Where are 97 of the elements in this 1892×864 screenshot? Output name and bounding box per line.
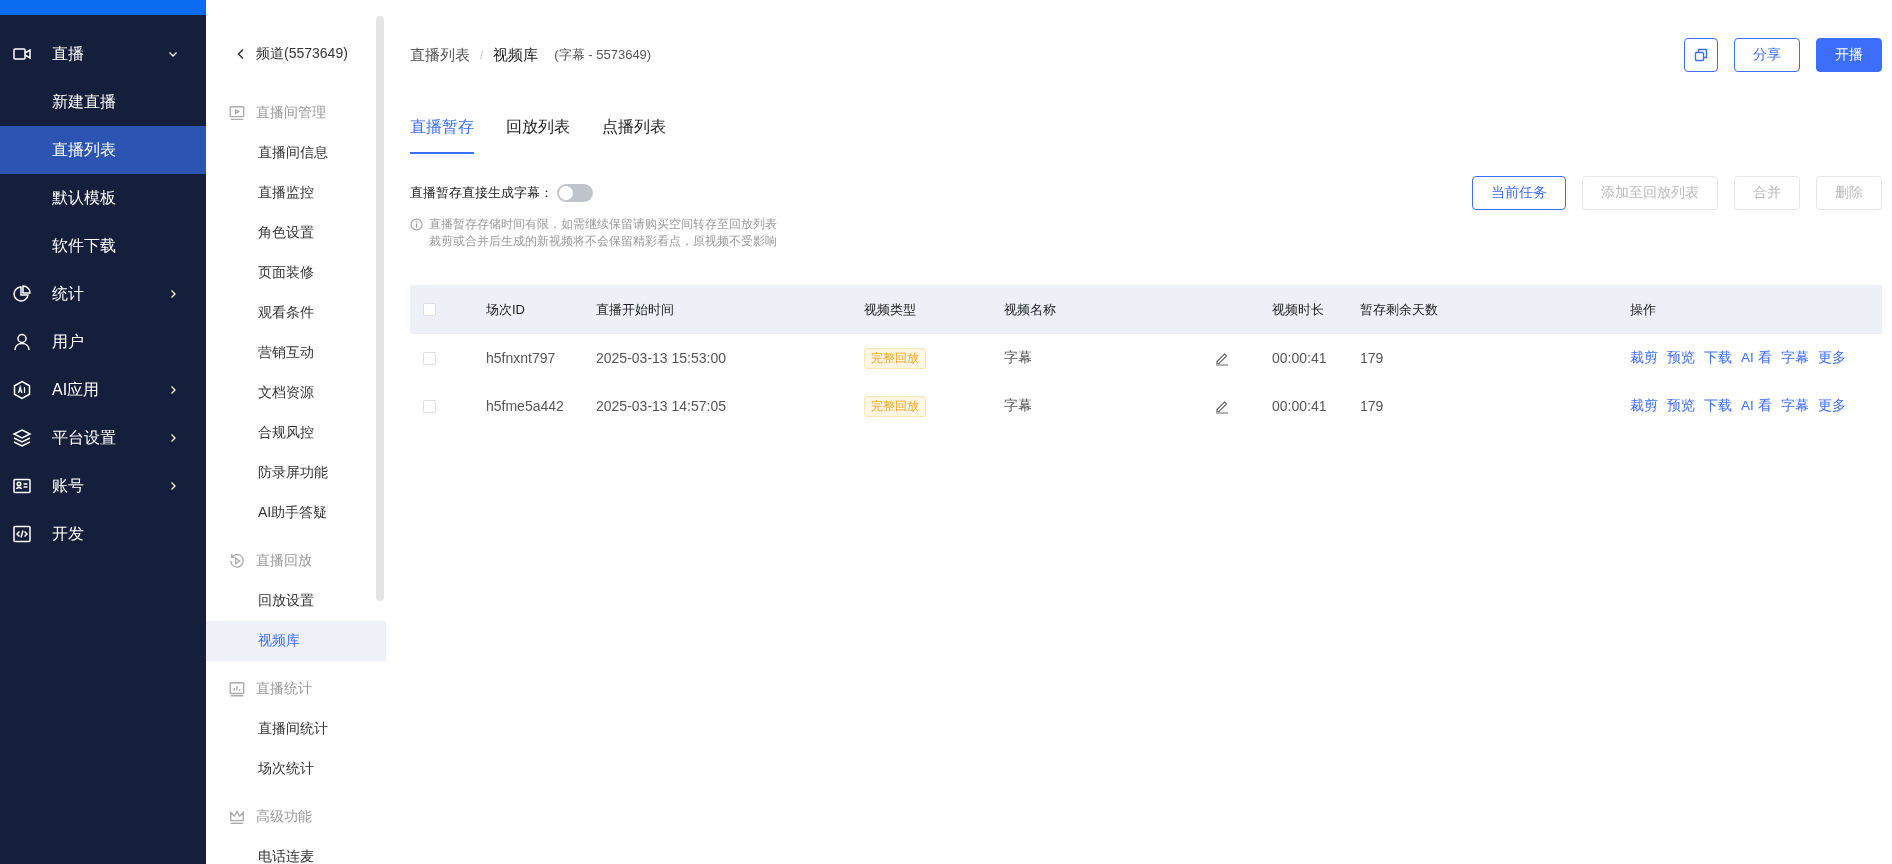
table-cell-text: 00:00:41 bbox=[1271, 350, 1328, 366]
column-header: 操作 bbox=[1629, 300, 1657, 319]
row-checkbox[interactable] bbox=[423, 351, 436, 365]
action-link[interactable]: 下载 bbox=[1704, 349, 1732, 367]
back-icon bbox=[236, 48, 246, 60]
type-tag: 完整回放 bbox=[864, 395, 926, 417]
group-heading: 直播统计 bbox=[256, 680, 312, 698]
table-cell-text: 179 bbox=[1359, 350, 1385, 366]
nav-item[interactable]: 平台设置 bbox=[0, 414, 206, 462]
toggle-switch[interactable] bbox=[557, 184, 593, 202]
edit-icon[interactable] bbox=[1214, 350, 1230, 366]
copy-button[interactable] bbox=[1684, 38, 1718, 72]
action-button[interactable]: 当前任务 bbox=[1472, 176, 1566, 210]
menu-item[interactable]: 观看条件 bbox=[206, 293, 386, 333]
nav-subitem[interactable]: 默认模板 bbox=[0, 174, 206, 222]
nav-subitem[interactable]: 新建直播 bbox=[0, 78, 206, 126]
ai-hexagon-icon bbox=[12, 380, 32, 400]
toggle-label: 直播暂存直接生成字幕： bbox=[410, 184, 553, 202]
action-link[interactable]: 更多 bbox=[1817, 397, 1846, 415]
bar-chart-icon bbox=[228, 680, 246, 698]
table-cell-text: 2025-03-13 15:53:00 bbox=[595, 350, 727, 366]
table-cell-text: h5fme5a442 bbox=[485, 398, 565, 414]
tab[interactable]: 回放列表 bbox=[506, 107, 570, 154]
menu-item[interactable]: 回放设置 bbox=[206, 581, 386, 621]
column-header: 场次ID bbox=[485, 300, 526, 319]
nav-item[interactable]: AI应用 bbox=[0, 366, 206, 414]
column-header: 直播开始时间 bbox=[595, 300, 675, 319]
table-cell-text: 字幕 bbox=[1003, 397, 1033, 415]
column-header: 暂存剩余天数 bbox=[1359, 300, 1439, 319]
action-link[interactable]: AI 看 bbox=[1741, 397, 1772, 415]
table-cell-text: h5fnxnt797 bbox=[485, 350, 557, 366]
menu-item[interactable]: 合规风控 bbox=[206, 413, 386, 453]
action-link[interactable]: 更多 bbox=[1817, 349, 1846, 367]
user-icon bbox=[12, 332, 32, 352]
crown-icon bbox=[228, 808, 246, 826]
code-icon bbox=[12, 524, 32, 544]
action-link[interactable]: 下载 bbox=[1704, 397, 1732, 415]
pie-chart-icon bbox=[12, 284, 32, 304]
menu-item[interactable]: 页面装修 bbox=[206, 253, 386, 293]
subtitle: (字幕 - 5573649) bbox=[554, 46, 652, 64]
breadcrumb-current: 视频库 bbox=[493, 45, 539, 65]
replay-icon bbox=[228, 552, 246, 570]
start-live-button[interactable]: 开播 bbox=[1816, 38, 1882, 72]
back-link[interactable]: 频道(5573649) bbox=[206, 34, 386, 74]
row-checkbox[interactable] bbox=[423, 399, 436, 413]
menu-item[interactable]: 电话连麦 bbox=[206, 837, 386, 864]
menu-item[interactable]: 直播间信息 bbox=[206, 133, 386, 173]
menu-item[interactable]: 直播间统计 bbox=[206, 709, 386, 749]
menu-item[interactable]: 直播监控 bbox=[206, 173, 386, 213]
group-heading: 高级功能 bbox=[256, 808, 312, 826]
menu-item[interactable]: AI助手答疑 bbox=[206, 493, 386, 533]
table-cell-text: 179 bbox=[1359, 398, 1385, 414]
select-all-checkbox[interactable] bbox=[423, 303, 436, 316]
type-tag: 完整回放 bbox=[864, 347, 926, 369]
breadcrumb-link[interactable]: 直播列表 bbox=[410, 45, 470, 65]
notice-text: 直播暂存存储时间有限，如需继续保留请购买空间转存至回放列表 bbox=[429, 217, 777, 232]
nav-item[interactable]: 统计 bbox=[0, 270, 206, 318]
action-link[interactable]: 裁剪 bbox=[1630, 349, 1658, 367]
menu-item[interactable]: 营销互动 bbox=[206, 333, 386, 373]
share-button[interactable]: 分享 bbox=[1734, 38, 1800, 72]
action-link[interactable]: 预览 bbox=[1667, 397, 1695, 415]
nav-item[interactable]: 开发 bbox=[0, 510, 206, 558]
tab[interactable]: 直播暂存 bbox=[410, 107, 474, 154]
info-icon bbox=[410, 218, 423, 231]
column-header: 视频名称 bbox=[1003, 300, 1057, 319]
action-link[interactable]: 裁剪 bbox=[1630, 397, 1658, 415]
edit-icon[interactable] bbox=[1214, 398, 1230, 414]
notice-text: 裁剪或合并后生成的新视频将不会保留精彩看点，原视频不受影响 bbox=[429, 234, 777, 249]
tab[interactable]: 点播列表 bbox=[602, 107, 666, 154]
nav-subitem[interactable]: 软件下载 bbox=[0, 222, 206, 270]
copy-icon bbox=[1693, 47, 1709, 63]
table-cell-text: 字幕 bbox=[1003, 349, 1033, 367]
menu-item[interactable]: 防录屏功能 bbox=[206, 453, 386, 493]
action-link[interactable]: 字幕 bbox=[1780, 349, 1809, 367]
play-screen-icon bbox=[228, 104, 246, 122]
table-cell-text: 00:00:41 bbox=[1271, 398, 1328, 414]
nav-item[interactable]: 用户 bbox=[0, 318, 206, 366]
action-link[interactable]: 预览 bbox=[1667, 349, 1695, 367]
group-heading: 直播回放 bbox=[256, 552, 312, 570]
table-cell-text: 2025-03-13 14:57:05 bbox=[595, 398, 727, 414]
layers-icon bbox=[12, 428, 32, 448]
menu-item[interactable]: 场次统计 bbox=[206, 749, 386, 789]
menu-item[interactable]: 角色设置 bbox=[206, 213, 386, 253]
column-header: 视频时长 bbox=[1271, 300, 1325, 319]
back-label: 频道(5573649) bbox=[256, 45, 348, 63]
column-header: 视频类型 bbox=[863, 300, 917, 319]
id-card-icon bbox=[12, 476, 32, 496]
menu-item[interactable]: 文档资源 bbox=[206, 373, 386, 413]
group-heading: 直播间管理 bbox=[256, 104, 326, 122]
action-link[interactable]: 字幕 bbox=[1780, 397, 1809, 415]
nav-subitem[interactable]: 直播列表 bbox=[0, 126, 206, 174]
breadcrumb-separator: / bbox=[480, 48, 484, 62]
action-link[interactable]: AI 看 bbox=[1741, 349, 1772, 367]
scrollbar[interactable] bbox=[376, 16, 384, 601]
nav-item[interactable]: 账号 bbox=[0, 462, 206, 510]
nav-item[interactable]: 直播 bbox=[0, 30, 206, 78]
menu-item[interactable]: 视频库 bbox=[206, 621, 386, 661]
